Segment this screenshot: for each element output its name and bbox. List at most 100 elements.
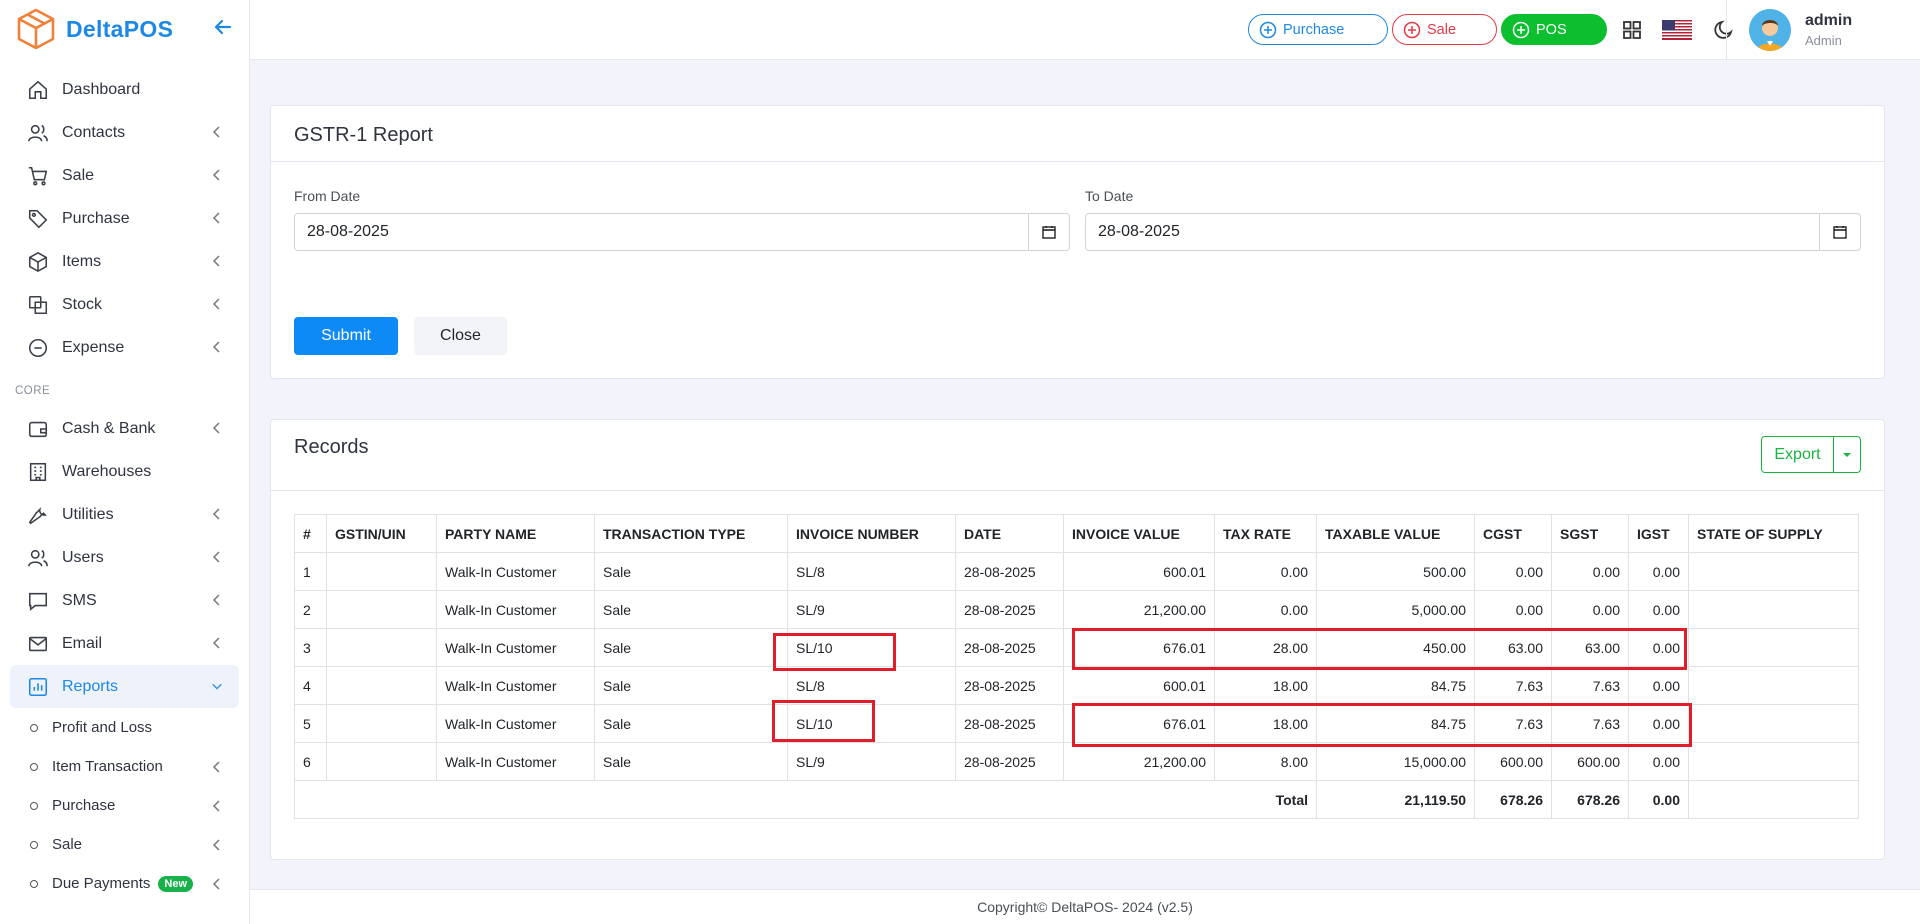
sidebar-item-stock[interactable]: Stock	[10, 283, 239, 326]
sidebar-subitem-profit-loss[interactable]: Profit and Loss	[10, 708, 239, 747]
total-label: Total	[294, 780, 1317, 819]
sidebar-item-dashboard[interactable]: Dashboard	[10, 68, 239, 111]
sidebar-item-email[interactable]: Email	[10, 622, 239, 665]
sale-button[interactable]: Sale	[1392, 14, 1497, 45]
to-date-input[interactable]: 28-08-2025	[1085, 213, 1861, 251]
sidebar-item-sale[interactable]: Sale	[10, 154, 239, 197]
total-sgst: 678.26	[1551, 780, 1629, 819]
table-cell: 0.00	[1474, 590, 1552, 629]
sidebar-item-warehouses[interactable]: Warehouses	[10, 450, 239, 493]
table-cell: 1	[294, 552, 327, 591]
sidebar-item-purchase[interactable]: Purchase	[10, 197, 239, 240]
column-header: CGST	[1474, 514, 1552, 553]
column-header: DATE	[955, 514, 1064, 553]
brand[interactable]: DeltaPOS	[0, 0, 249, 58]
table-cell: 8.00	[1214, 742, 1317, 781]
chevron-down-icon	[212, 683, 222, 690]
table-cell	[326, 666, 437, 705]
wallet-icon	[26, 417, 50, 441]
sidebar-item-label: Items	[62, 252, 102, 270]
sidebar-item-contacts[interactable]: Contacts	[10, 111, 239, 154]
chevron-left-icon	[212, 878, 220, 890]
from-date-value: 28-08-2025	[307, 223, 389, 240]
purchase-button[interactable]: Purchase	[1248, 14, 1388, 45]
column-header: PARTY NAME	[436, 514, 595, 553]
table-cell: 5,000.00	[1316, 590, 1475, 629]
home-icon	[26, 78, 50, 102]
table-cell: 0.00	[1214, 552, 1317, 591]
mail-icon	[26, 632, 50, 656]
calendar-icon[interactable]	[1819, 214, 1860, 250]
sidebar-item-label: Stock	[62, 295, 103, 313]
section-title-core: CORE	[15, 385, 51, 397]
sidebar-subitem-purchase[interactable]: Purchase	[10, 786, 239, 825]
table-row: 1 Walk-In Customer Sale SL/8 28-08-2025 600.0…	[294, 552, 1859, 591]
chart-icon	[26, 675, 50, 699]
sidebar-item-utilities[interactable]: Utilities	[10, 493, 239, 536]
table-cell: SL/8	[787, 666, 956, 705]
sidebar-subitem-label: Purchase	[52, 797, 116, 814]
table-cell: Sale	[594, 590, 788, 629]
sidebar-item-users[interactable]: Users	[10, 536, 239, 579]
user-menu[interactable]: admin Admin	[1726, 0, 1852, 60]
apps-grid-icon[interactable]	[1620, 18, 1644, 42]
from-date-input[interactable]: 28-08-2025	[294, 213, 1070, 251]
wrench-icon	[26, 503, 50, 527]
table-cell	[1688, 742, 1859, 781]
chevron-left-icon	[212, 508, 220, 520]
chevron-left-icon	[212, 212, 220, 224]
table-cell	[1688, 704, 1859, 743]
table-cell: Sale	[594, 666, 788, 705]
sale-button-label: Sale	[1427, 21, 1457, 38]
table-cell: 21,200.00	[1063, 742, 1215, 781]
us-flag-icon[interactable]	[1662, 19, 1692, 41]
new-badge: New	[158, 875, 194, 892]
sidebar-subitem-item-transaction[interactable]: Item Transaction	[10, 747, 239, 786]
table-cell	[326, 704, 437, 743]
sidebar-subitem-due-payments[interactable]: Due Payments New	[10, 864, 239, 903]
table-cell: SL/9	[787, 742, 956, 781]
chevron-left-icon	[212, 637, 220, 649]
table-cell: 600.00	[1474, 742, 1552, 781]
plus-circle-icon	[1259, 21, 1277, 38]
caret-down-icon[interactable]	[1834, 437, 1860, 472]
sidebar-item-sms[interactable]: SMS	[10, 579, 239, 622]
footer: Copyright© DeltaPOS- 2024 (v2.5)	[250, 889, 1920, 924]
records-card: Records Export # GSTIN/UIN PARTY NAME TR…	[270, 419, 1885, 860]
sidebar-item-cash-bank[interactable]: Cash & Bank	[10, 407, 239, 450]
sidebar-item-label: Purchase	[62, 209, 130, 227]
table-cell: 7.63	[1551, 666, 1629, 705]
chevron-left-icon	[212, 594, 220, 606]
copyright-text: Copyright© DeltaPOS- 2024 (v2.5)	[977, 899, 1193, 915]
chevron-left-icon	[212, 551, 220, 563]
chevron-left-icon	[212, 255, 220, 267]
sidebar-subitem-sale[interactable]: Sale	[10, 825, 239, 864]
filter-card: GSTR-1 Report From Date 28-08-2025 To Da…	[270, 105, 1885, 379]
sidebar-item-label: Warehouses	[62, 462, 152, 480]
calendar-icon[interactable]	[1028, 214, 1069, 250]
table-cell: Walk-In Customer	[436, 628, 595, 667]
submit-button[interactable]: Submit	[294, 317, 398, 355]
column-header: STATE OF SUPPLY	[1688, 514, 1859, 553]
close-button[interactable]: Close	[414, 317, 507, 355]
table-header-row: # GSTIN/UIN PARTY NAME TRANSACTION TYPE …	[294, 514, 1859, 553]
chevron-left-icon	[212, 341, 220, 353]
sidebar-item-items[interactable]: Items	[10, 240, 239, 283]
export-button[interactable]: Export	[1762, 437, 1834, 472]
cart-icon	[26, 164, 50, 188]
pos-button[interactable]: POS	[1501, 14, 1607, 45]
table-cell: 6	[294, 742, 327, 781]
table-cell: 28-08-2025	[955, 704, 1064, 743]
sidebar-subitem-label: Sale	[52, 836, 83, 853]
table-cell: 600.00	[1551, 742, 1629, 781]
arrow-left-icon[interactable]	[212, 16, 234, 38]
table-cell	[1688, 666, 1859, 705]
sidebar-item-expense[interactable]: Expense	[10, 326, 239, 369]
column-header: TRANSACTION TYPE	[594, 514, 788, 553]
table-row: 2 Walk-In Customer Sale SL/9 28-08-2025 21,20…	[294, 590, 1859, 629]
export-button-group[interactable]: Export	[1761, 436, 1861, 473]
column-header: #	[294, 514, 327, 553]
sidebar-item-reports[interactable]: Reports	[10, 665, 239, 708]
box-icon	[26, 250, 50, 274]
column-header: IGST	[1628, 514, 1689, 553]
